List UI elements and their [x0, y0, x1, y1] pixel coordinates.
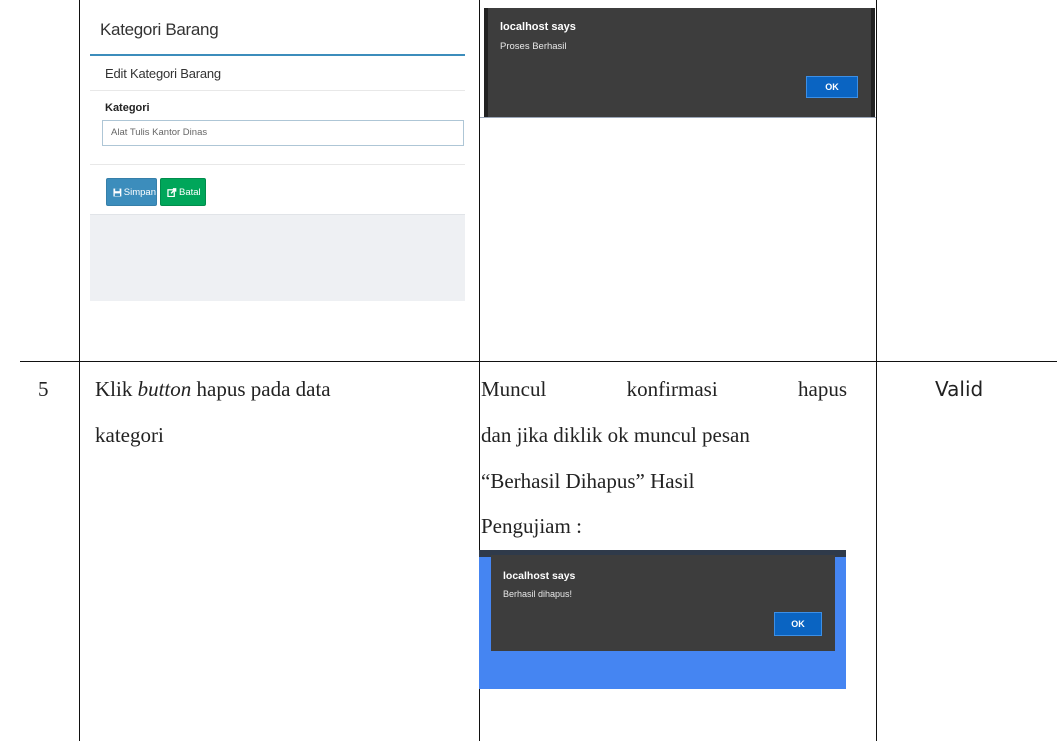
- row-number: 5: [38, 377, 49, 401]
- test-step-text: hapus pada data: [191, 377, 331, 401]
- panel-accent-line: [90, 54, 465, 56]
- table-border-col3: [876, 0, 877, 741]
- save-button[interactable]: Simpan: [106, 178, 157, 206]
- delete-dialog-screenshot: localhost says Berhasil dihapus! OK: [479, 550, 846, 689]
- cancel-button[interactable]: Batal: [160, 178, 206, 206]
- test-step-line2: kategori: [95, 423, 164, 447]
- expected-word: hapus: [798, 377, 847, 401]
- form-panel: Kategori Barang Edit Kategori Barang Kat…: [90, 8, 465, 215]
- result-valid: Valid: [935, 377, 984, 401]
- expected-line2: dan jika diklik ok muncul pesan: [481, 423, 750, 447]
- test-step-text: Klik: [95, 377, 138, 401]
- page-title: Kategori Barang: [100, 20, 219, 39]
- dialog-shadow-line: [480, 117, 876, 118]
- expected-word: Muncul: [481, 377, 547, 401]
- cancel-button-label: Batal: [179, 186, 201, 198]
- edit-category-screenshot: Kategori Barang Edit Kategori Barang Kat…: [90, 8, 465, 301]
- test-step-emphasis: button: [137, 377, 192, 401]
- dialog-message: Berhasil dihapus!: [503, 589, 573, 599]
- ok-button[interactable]: OK: [774, 612, 822, 636]
- kategori-input-value: Alat Tulis Kantor Dinas: [111, 127, 208, 138]
- kategori-label: Kategori: [105, 102, 150, 114]
- expected-line1: Muncul konfirmasi hapus: [481, 370, 847, 408]
- floppy-disk-icon: [113, 188, 122, 196]
- exit-icon: [167, 187, 177, 197]
- expected-word: konfirmasi: [626, 377, 718, 401]
- ok-button[interactable]: OK: [806, 76, 858, 98]
- dialog-title: localhost says: [503, 570, 576, 582]
- table-row-divider: [20, 361, 1057, 362]
- kategori-input[interactable]: Alat Tulis Kantor Dinas: [102, 120, 464, 146]
- delete-dialog: localhost says Berhasil dihapus! OK: [491, 555, 835, 651]
- dialog-message: Proses Berhasil: [500, 41, 567, 52]
- divider: [90, 90, 465, 91]
- success-dialog-screenshot: localhost says Proses Berhasil OK: [484, 8, 875, 117]
- expected-line3: “Berhasil Dihapus” Hasil: [481, 469, 695, 493]
- test-step: Klik button hapus pada data: [95, 370, 331, 408]
- divider: [90, 164, 465, 165]
- form-title: Edit Kategori Barang: [105, 66, 221, 81]
- table-border-left: [79, 0, 80, 741]
- dialog-title: localhost says: [500, 21, 576, 33]
- save-button-label: Simpan: [123, 186, 156, 198]
- expected-line4: Pengujiam :: [481, 514, 582, 538]
